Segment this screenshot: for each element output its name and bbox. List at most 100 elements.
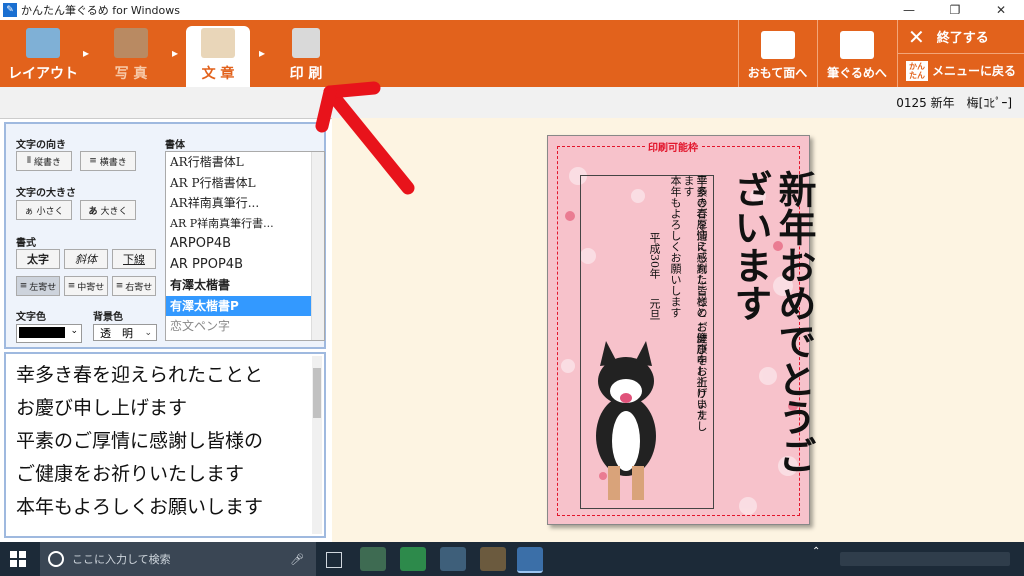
chevron-down-icon: ⌄ (70, 326, 78, 336)
align-center-button[interactable]: ≡ 中寄せ (64, 276, 108, 296)
back-to-menu-button[interactable]: かんたん メニューに戻る (897, 54, 1024, 87)
align-center-icon: ≡ (67, 281, 76, 291)
italic-label: 斜体 (75, 253, 97, 266)
system-tray[interactable] (840, 552, 1010, 566)
exit-label: 終了する (936, 31, 989, 46)
document-strip: 0125 新年 梅[ｺﾋﾟｰ] (0, 87, 1024, 119)
printer-icon (292, 28, 320, 58)
color-swatch (19, 327, 65, 338)
search-placeholder: ここに入力して検索 (72, 553, 171, 566)
taskbar-app-icon[interactable] (440, 547, 466, 571)
front-side-button[interactable]: おもて面へ (738, 20, 816, 87)
tab-label: 写 真 (114, 66, 148, 82)
printable-area-label: 印刷可能枠 (646, 139, 700, 154)
exit-button[interactable]: ✕ 終了する (897, 20, 1024, 54)
windows-start-icon[interactable] (10, 551, 26, 567)
vertical-lines-icon: ⦀ (27, 156, 31, 166)
chevron-up-icon[interactable]: ⌃ (812, 546, 820, 557)
font-item[interactable]: 有澤太楷書 (166, 275, 324, 296)
text-color-label: 文字色 (16, 312, 46, 323)
smaller-label: 小さく (36, 206, 64, 217)
taskbar-app-icon[interactable] (480, 547, 506, 571)
window-title: かんたん筆ぐるめ for Windows (21, 4, 181, 17)
bold-button[interactable]: 太字 (16, 249, 60, 269)
fude-gurume-taskbar-icon[interactable] (517, 547, 543, 573)
pen-icon (840, 31, 874, 59)
restore-button[interactable]: ❐ (932, 0, 978, 20)
font-item[interactable]: AR PPOP4B (166, 255, 324, 276)
app-icon: ✎ (3, 3, 17, 17)
direction-label: 文字の向き (16, 140, 66, 151)
chevron-right-icon: ▸ (172, 46, 179, 60)
underline-label: 下線 (123, 253, 145, 266)
card-body-line: 本年もよろしくお願いします (669, 175, 682, 318)
background-color-label: 背景色 (93, 312, 123, 323)
card-date: 平成30年 (648, 232, 661, 279)
background-color-value: 透 明 (100, 326, 133, 340)
background-color-select[interactable]: 透 明 ⌄ (93, 324, 157, 341)
editor-scroll-thumb[interactable] (313, 368, 321, 418)
tab-text[interactable]: 文 章 (186, 26, 250, 87)
fude-gurume-label: 筆ぐるめへ (827, 66, 887, 80)
title-bar: ✎ かんたん筆ぐるめ for Windows — ❐ ✕ (0, 0, 1024, 21)
kantan-badge-icon: かんたん (906, 60, 928, 81)
tab-label: 文 章 (201, 66, 235, 82)
taskbar-app-icon[interactable] (360, 547, 386, 571)
text-color-select[interactable]: ⌄ (16, 324, 82, 343)
small-a-icon: ぁ (24, 206, 34, 217)
minimize-button[interactable]: — (886, 0, 932, 20)
message-text-editor[interactable]: 幸多き春を迎えられたことと お慶び申し上げます 平素のご厚情に感謝し皆様の ご健… (4, 352, 326, 538)
editor-line: 幸多き春を迎えられたことと (16, 364, 264, 386)
close-x-icon: ✕ (908, 24, 925, 49)
chevron-right-icon: ▸ (259, 46, 266, 60)
greeting-text: 新年おめでとうございます (728, 170, 817, 474)
card-body-line: 平素のご厚情に感謝し皆様の ご健康をお祈りいたします (682, 175, 708, 432)
taskbar-search-box[interactable]: ここに入力して検索 🎤︎ (40, 542, 316, 576)
editor-line: ご健康をお祈りいたします (16, 463, 245, 485)
italic-button[interactable]: 斜体 (64, 249, 108, 269)
tab-layout[interactable]: レイアウト (8, 20, 78, 87)
align-right-icon: ≡ (115, 281, 124, 291)
bold-label: 太字 (27, 253, 49, 266)
font-item-selected[interactable]: 有澤太楷書P (166, 295, 324, 316)
font-item[interactable]: ARPOP4B (166, 234, 324, 255)
vertical-writing-label: 縦書き (33, 157, 61, 168)
windows-taskbar: ここに入力して検索 🎤︎ ⌃ (0, 542, 1024, 576)
larger-label: 大きく (100, 206, 128, 217)
font-label: 書体 (165, 140, 185, 151)
main-toolbar: レイアウト ▸ 写 真 ▸ 文 章 ▸ 印 刷 おもて面へ 筆ぐるめへ ✕ 終了… (0, 20, 1024, 87)
font-item[interactable]: 恋文ペン字 (166, 316, 324, 337)
align-center-label: 中寄せ (77, 282, 105, 293)
taskbar-app-icon[interactable] (400, 547, 426, 571)
size-label: 文字の大きさ (16, 188, 76, 199)
horizontal-lines-icon: ≡ (89, 156, 97, 166)
tab-label: レイアウト (8, 66, 78, 82)
text-settings-panel: 文字の向き ⦀ 縦書き ≡ 横書き 文字の大きさ ぁ 小さく あ 大きく 書式 … (4, 122, 326, 349)
front-side-label: おもて面へ (747, 66, 808, 80)
align-left-icon: ≡ (19, 281, 28, 291)
smaller-text-button[interactable]: ぁ 小さく (16, 200, 72, 220)
task-view-icon[interactable] (326, 552, 342, 568)
align-left-button[interactable]: ≡ 左寄せ (16, 276, 60, 296)
editor-line: 平素のご厚情に感謝し皆様の (16, 430, 264, 452)
brush-icon (201, 28, 235, 58)
card-gantan: 元旦 (648, 298, 661, 320)
chevron-right-icon: ▸ (83, 46, 90, 60)
font-item[interactable]: AR P祥南真筆行書... (166, 214, 324, 235)
microphone-icon[interactable]: 🎤︎ (290, 553, 304, 566)
tab-photo[interactable]: 写 真 (96, 20, 166, 87)
close-button[interactable]: ✕ (978, 0, 1024, 20)
postcard-icon (760, 31, 795, 59)
align-right-button[interactable]: ≡ 右寄せ (112, 276, 156, 296)
large-a-icon: あ (88, 206, 98, 217)
back-to-menu-label: メニューに戻る (932, 64, 1017, 78)
editor-line: お慶び申し上げます (16, 397, 188, 419)
underline-button[interactable]: 下線 (112, 249, 156, 269)
fude-gurume-button[interactable]: 筆ぐるめへ (817, 20, 896, 87)
document-name: 0125 新年 梅[ｺﾋﾟｰ] (896, 96, 1012, 110)
horizontal-writing-button[interactable]: ≡ 横書き (80, 151, 136, 171)
vertical-writing-button[interactable]: ⦀ 縦書き (16, 151, 72, 171)
larger-text-button[interactable]: あ 大きく (80, 200, 136, 220)
horizontal-writing-label: 横書き (99, 157, 127, 168)
photo-icon (114, 28, 148, 58)
